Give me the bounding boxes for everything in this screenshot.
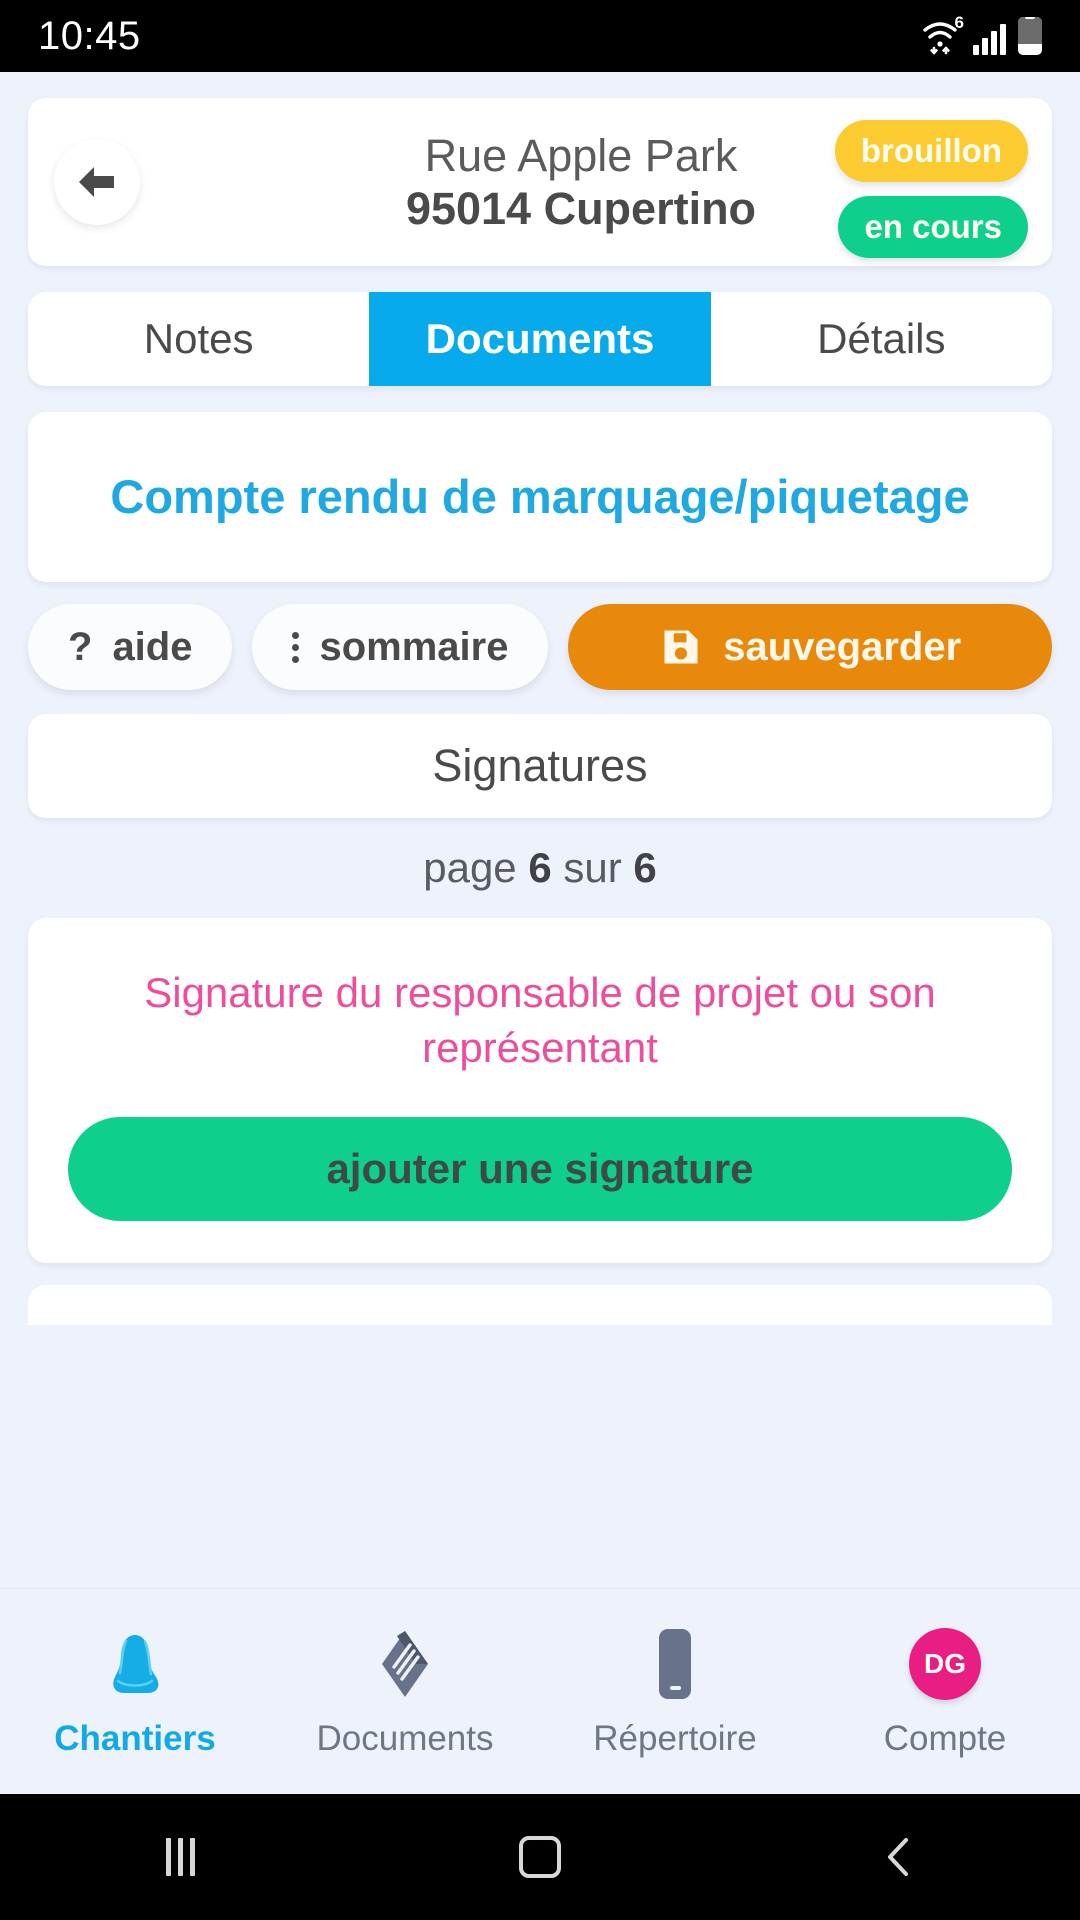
tab-documents[interactable]: Documents bbox=[369, 292, 711, 386]
status-icons: 6 bbox=[921, 13, 1042, 55]
phone-screen: 10:45 6 Rue Apple Park 95014 Cupertino b… bbox=[0, 0, 1080, 1920]
nav-label-compte: Compte bbox=[883, 1718, 1007, 1758]
signature-label: Signature du responsable de projet ou so… bbox=[144, 969, 936, 1071]
recents-icon bbox=[165, 1838, 195, 1876]
avatar-initials: DG bbox=[924, 1647, 966, 1679]
nav-item-compte[interactable]: DG Compte bbox=[810, 1625, 1080, 1759]
status-badge-draft[interactable]: brouillon bbox=[834, 120, 1028, 182]
phone-icon bbox=[648, 1625, 702, 1703]
page-total-number: 6 bbox=[633, 844, 657, 891]
save-button[interactable]: sauvegarder bbox=[568, 604, 1052, 690]
hard-hat-icon bbox=[96, 1625, 174, 1703]
signatures-section-header[interactable]: Signatures bbox=[28, 714, 1052, 818]
nav-item-chantiers[interactable]: Chantiers bbox=[0, 1625, 270, 1759]
avatar: DG bbox=[909, 1627, 981, 1700]
battery-icon bbox=[1018, 17, 1042, 55]
nav-item-repertoire[interactable]: Répertoire bbox=[540, 1625, 810, 1759]
summary-button[interactable]: sommaire bbox=[252, 604, 549, 690]
kebab-menu-icon bbox=[292, 631, 300, 663]
nav-item-documents[interactable]: Documents bbox=[270, 1625, 540, 1759]
wifi-generation-label: 6 bbox=[954, 13, 964, 32]
status-badges: brouillon en cours bbox=[834, 120, 1028, 258]
signature-card: Signature du responsable de projet ou so… bbox=[28, 918, 1052, 1264]
question-mark-icon: ? bbox=[68, 624, 93, 669]
page-middle-label: sur bbox=[563, 844, 622, 891]
status-badge-inprogress[interactable]: en cours bbox=[838, 196, 1028, 258]
tab-notes[interactable]: Notes bbox=[28, 292, 369, 386]
help-button-label: aide bbox=[112, 624, 193, 669]
next-card-peek bbox=[28, 1285, 1052, 1326]
summary-button-label: sommaire bbox=[319, 624, 509, 669]
back-button-system[interactable] bbox=[840, 1794, 960, 1920]
back-icon bbox=[888, 1838, 908, 1876]
document-actions: ? aide sommaire sauvegarder bbox=[28, 604, 1052, 690]
home-button[interactable] bbox=[480, 1794, 600, 1920]
content-area: Rue Apple Park 95014 Cupertino brouillon… bbox=[0, 72, 1080, 1588]
wifi-icon: 6 bbox=[921, 13, 964, 55]
site-header-card: Rue Apple Park 95014 Cupertino brouillon… bbox=[28, 98, 1052, 266]
status-bar: 10:45 6 bbox=[0, 0, 1080, 72]
tab-bar: Notes Documents Détails bbox=[28, 292, 1052, 386]
nav-label-documents: Documents bbox=[316, 1718, 494, 1758]
nav-label-chantiers: Chantiers bbox=[54, 1718, 216, 1758]
document-title[interactable]: Compte rendu de marquage/piquetage bbox=[28, 412, 1052, 582]
documents-icon bbox=[370, 1625, 440, 1703]
page-prefix-label: page bbox=[423, 844, 517, 891]
signal-icon bbox=[973, 21, 1006, 55]
floppy-disk-save-icon bbox=[664, 630, 698, 664]
recents-button[interactable] bbox=[120, 1794, 240, 1920]
status-time: 10:45 bbox=[38, 13, 141, 58]
page-current-number: 6 bbox=[528, 844, 552, 891]
home-icon bbox=[519, 1836, 561, 1878]
android-system-nav bbox=[0, 1794, 1080, 1920]
save-button-label: sauvegarder bbox=[723, 624, 962, 669]
help-button[interactable]: ? aide bbox=[28, 604, 233, 690]
tab-details[interactable]: Détails bbox=[711, 292, 1052, 386]
page-indicator: page 6 sur 6 bbox=[28, 844, 1052, 892]
add-signature-button[interactable]: ajouter une signature bbox=[68, 1117, 1012, 1222]
bottom-navigation: Chantiers Documents Répertoire DG Compte bbox=[0, 1588, 1080, 1794]
avatar-icon: DG bbox=[909, 1625, 981, 1703]
nav-label-repertoire: Répertoire bbox=[593, 1718, 757, 1758]
